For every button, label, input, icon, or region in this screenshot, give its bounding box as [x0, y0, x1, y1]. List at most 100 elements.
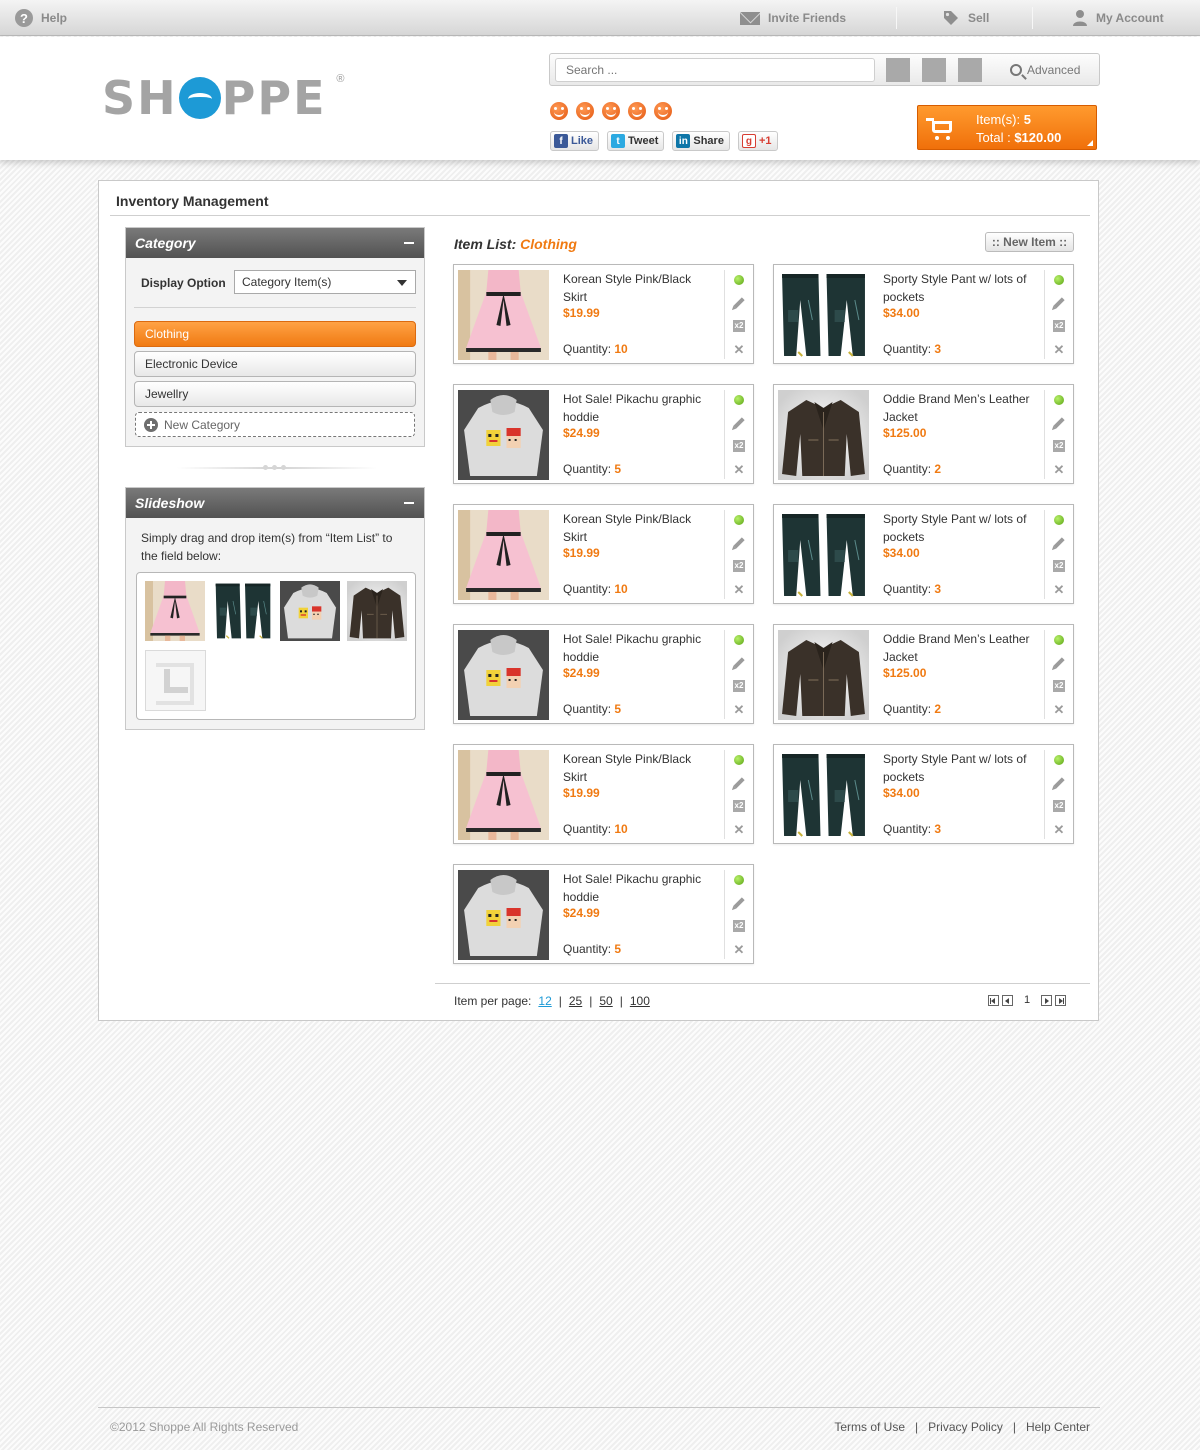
item-card[interactable]: Hot Sale! Pikachu graphic hoddie $24.99 Qu…	[453, 624, 754, 724]
category-item-clothing[interactable]: Clothing	[134, 321, 416, 347]
delete-item-button[interactable]: ✕	[1051, 701, 1067, 717]
next-page-icon[interactable]	[1041, 994, 1052, 1006]
facebook-like-button[interactable]: f Like	[550, 131, 600, 151]
status-toggle[interactable]	[731, 752, 747, 768]
item-image[interactable]	[778, 390, 869, 480]
item-image[interactable]	[778, 750, 869, 840]
status-toggle[interactable]	[1051, 632, 1067, 648]
edit-item-button[interactable]	[1051, 295, 1067, 311]
edit-item-button[interactable]	[1051, 535, 1067, 551]
delete-item-button[interactable]: ✕	[1051, 461, 1067, 477]
smiley-icon[interactable]	[550, 102, 568, 120]
per-page-option[interactable]: 25	[569, 994, 582, 1008]
delete-item-button[interactable]: ✕	[731, 941, 747, 957]
help-center-link[interactable]: Help Center	[1026, 1420, 1090, 1434]
smiley-icon[interactable]	[602, 102, 620, 120]
per-page-option[interactable]: 50	[599, 994, 612, 1008]
status-toggle[interactable]	[1051, 392, 1067, 408]
category-item-jewellry[interactable]: Jewellry	[134, 381, 416, 407]
slideshow-thumb-hoodie[interactable]	[280, 581, 340, 641]
new-category-button[interactable]: New Category	[135, 412, 415, 437]
item-image[interactable]	[458, 750, 549, 840]
edit-item-button[interactable]	[731, 295, 747, 311]
duplicate-item-button[interactable]: x2	[1051, 798, 1067, 814]
tweet-button[interactable]: t Tweet	[607, 131, 665, 151]
duplicate-item-button[interactable]: x2	[1051, 558, 1067, 574]
category-item-electronic-device[interactable]: Electronic Device	[134, 351, 416, 377]
item-image[interactable]	[778, 510, 869, 600]
status-toggle[interactable]	[731, 272, 747, 288]
advanced-search-button[interactable]: Advanced	[1010, 54, 1080, 85]
search-filter-button[interactable]	[886, 58, 910, 82]
duplicate-item-button[interactable]: x2	[731, 798, 747, 814]
duplicate-item-button[interactable]: x2	[1051, 438, 1067, 454]
edit-item-button[interactable]	[1051, 775, 1067, 791]
terms-of-use-link[interactable]: Terms of Use	[834, 1420, 905, 1434]
duplicate-item-button[interactable]: x2	[731, 438, 747, 454]
item-image[interactable]	[458, 510, 549, 600]
item-card[interactable]: Korean Style Pink/Black Skirt $19.99 Quant…	[453, 504, 754, 604]
privacy-policy-link[interactable]: Privacy Policy	[928, 1420, 1003, 1434]
edit-item-button[interactable]	[1051, 415, 1067, 431]
duplicate-item-button[interactable]: x2	[731, 678, 747, 694]
status-toggle[interactable]	[731, 632, 747, 648]
item-image[interactable]	[458, 630, 549, 720]
delete-item-button[interactable]: ✕	[731, 461, 747, 477]
status-toggle[interactable]	[1051, 512, 1067, 528]
item-image[interactable]	[778, 630, 869, 720]
delete-item-button[interactable]: ✕	[1051, 341, 1067, 357]
slideshow-thumb-skirt[interactable]	[145, 581, 205, 641]
edit-item-button[interactable]	[731, 535, 747, 551]
last-page-icon[interactable]	[1055, 994, 1066, 1006]
smiley-icon[interactable]	[654, 102, 672, 120]
item-card[interactable]: Hot Sale! Pikachu graphic hoddie $24.99 Qu…	[453, 384, 754, 484]
item-image[interactable]	[778, 270, 869, 360]
google-plus-one-button[interactable]: g +1	[737, 131, 778, 151]
delete-item-button[interactable]: ✕	[731, 821, 747, 837]
search-input[interactable]	[555, 58, 875, 82]
item-card[interactable]: Hot Sale! Pikachu graphic hoddie $24.99 Qu…	[453, 864, 754, 964]
item-image[interactable]	[458, 270, 549, 360]
duplicate-item-button[interactable]: x2	[731, 918, 747, 934]
status-toggle[interactable]	[731, 512, 747, 528]
per-page-option[interactable]: 100	[630, 994, 650, 1008]
status-toggle[interactable]	[1051, 752, 1067, 768]
delete-item-button[interactable]: ✕	[731, 341, 747, 357]
per-page-option[interactable]: 12	[538, 994, 551, 1008]
cart-summary-button[interactable]: Item(s): 5 Total : $120.00	[917, 105, 1097, 150]
slideshow-thumb-jacket[interactable]	[347, 581, 407, 641]
delete-item-button[interactable]: ✕	[731, 581, 747, 597]
invite-friends-link[interactable]: Invite Friends	[740, 0, 846, 36]
edit-item-button[interactable]	[731, 895, 747, 911]
drop-target-icon[interactable]	[145, 650, 206, 711]
slideshow-thumb-pants[interactable]	[213, 581, 273, 641]
edit-item-button[interactable]	[731, 775, 747, 791]
duplicate-item-button[interactable]: x2	[1051, 678, 1067, 694]
smiley-icon[interactable]	[576, 102, 594, 120]
item-image[interactable]	[458, 390, 549, 480]
search-filter-button[interactable]	[922, 58, 946, 82]
edit-item-button[interactable]	[1051, 655, 1067, 671]
item-card[interactable]: Sporty Style Pant w/ lots of pockets $34.…	[773, 744, 1074, 844]
new-item-button[interactable]: :: New Item ::	[985, 232, 1074, 252]
display-option-select[interactable]: Category Item(s)	[234, 270, 416, 294]
help-link[interactable]: ? Help	[15, 0, 67, 36]
delete-item-button[interactable]: ✕	[1051, 581, 1067, 597]
edit-item-button[interactable]	[731, 655, 747, 671]
previous-page-icon[interactable]	[1002, 994, 1013, 1006]
sell-link[interactable]: Sell	[942, 0, 989, 36]
first-page-icon[interactable]	[988, 994, 999, 1006]
item-card[interactable]: Korean Style Pink/Black Skirt $19.99 Quant…	[453, 264, 754, 364]
status-toggle[interactable]	[731, 392, 747, 408]
slideshow-drop-area[interactable]	[136, 572, 416, 720]
delete-item-button[interactable]: ✕	[1051, 821, 1067, 837]
item-card[interactable]: Sporty Style Pant w/ lots of pockets $34.…	[773, 504, 1074, 604]
item-card[interactable]: Oddie Brand Men’s Leather Jacket $125.00 Q…	[773, 624, 1074, 724]
shoppe-logo[interactable]: SH PPE ®	[102, 73, 345, 121]
duplicate-item-button[interactable]: x2	[731, 318, 747, 334]
duplicate-item-button[interactable]: x2	[731, 558, 747, 574]
my-account-link[interactable]: My Account	[1072, 0, 1164, 36]
edit-item-button[interactable]	[731, 415, 747, 431]
collapse-icon[interactable]	[404, 242, 414, 244]
item-card[interactable]: Korean Style Pink/Black Skirt $19.99 Quant…	[453, 744, 754, 844]
